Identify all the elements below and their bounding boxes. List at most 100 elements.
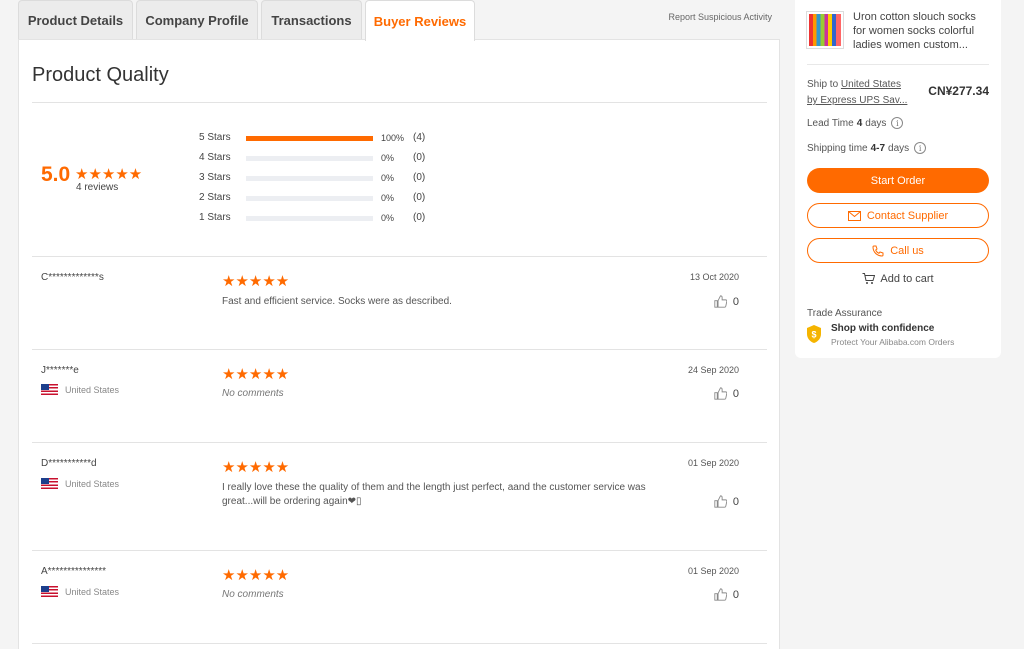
- dist-label: 2 Stars: [199, 192, 231, 203]
- dist-bar: [246, 216, 373, 221]
- dist-count: (0): [413, 172, 426, 183]
- tab-company-profile[interactable]: Company Profile: [136, 0, 258, 40]
- trade-assurance-title: Trade Assurance: [807, 308, 883, 319]
- shipping-time-label: Shipping time: [807, 142, 868, 154]
- dist-count: (0): [413, 212, 426, 223]
- country-name: United States: [65, 586, 120, 597]
- svg-text:$: $: [811, 330, 816, 340]
- report-suspicious-link[interactable]: Report Suspicious Activity: [668, 12, 772, 22]
- info-icon[interactable]: i: [891, 117, 904, 129]
- contact-supplier-button[interactable]: Contact Supplier: [807, 203, 989, 228]
- review-date: 01 Sep 2020: [687, 566, 739, 576]
- phone-icon: [872, 245, 884, 257]
- lead-time-label: Lead Time: [807, 117, 854, 129]
- add-to-cart-button[interactable]: Add to cart: [807, 273, 989, 285]
- average-score: 5.0: [41, 163, 71, 186]
- thumbs-up-icon: [714, 495, 727, 508]
- ship-country-link[interactable]: United States: [841, 79, 901, 90]
- like-button[interactable]: 0: [714, 495, 739, 508]
- like-button[interactable]: 0: [714, 387, 739, 400]
- shipping-time: Shipping time 4-7 days i: [807, 142, 927, 154]
- tab-label: Company Profile: [145, 13, 249, 28]
- cart-icon: [862, 273, 876, 284]
- tab-bar: Product Details Company Profile Transact…: [18, 0, 780, 41]
- country-name: United States: [65, 384, 120, 395]
- like-count: 0: [732, 387, 739, 400]
- info-icon[interactable]: i: [914, 142, 927, 154]
- reviews-panel: Product Quality 5.0 ★★★★★ 4 reviews 5 St…: [18, 39, 780, 649]
- us-flag-icon: [41, 478, 58, 489]
- us-flag-icon: [41, 384, 58, 395]
- dist-fill: [246, 136, 373, 141]
- reviewer-name: C*************s: [41, 272, 104, 283]
- reviewer-name: J*******e: [41, 365, 79, 376]
- dist-count: (4): [413, 132, 426, 143]
- dist-bar: [246, 176, 373, 181]
- ship-to-prefix: Ship to: [807, 79, 841, 90]
- thumbs-up-icon: [714, 387, 727, 400]
- shield-icon: $: [807, 325, 821, 343]
- like-count: 0: [732, 295, 739, 308]
- like-button[interactable]: 0: [714, 295, 739, 308]
- shipping-time-unit: days: [888, 142, 910, 154]
- reviewer-country: United States: [41, 384, 119, 395]
- start-order-button[interactable]: Start Order: [807, 168, 989, 193]
- mail-icon: [847, 210, 861, 221]
- lead-time: Lead Time 4 days i: [807, 117, 904, 129]
- dist-bar: [246, 196, 373, 201]
- dist-percent: 0%: [381, 153, 395, 163]
- average-stars: ★★★★★: [75, 166, 143, 183]
- call-us-button[interactable]: Call us: [807, 238, 989, 263]
- reviewer-country: United States: [41, 478, 119, 489]
- thumbs-up-icon: [714, 295, 727, 308]
- dist-percent: 100%: [381, 133, 405, 143]
- divider: [32, 643, 767, 644]
- dist-label: 4 Stars: [199, 152, 231, 163]
- review-text: No comments: [222, 589, 284, 600]
- ship-to: Ship to United States by Express UPS Sav…: [807, 77, 917, 109]
- call-us-label: Call us: [890, 244, 924, 257]
- tab-label: Product Details: [27, 13, 124, 28]
- dist-count: (0): [413, 192, 426, 203]
- section-title: Product Quality: [32, 64, 169, 86]
- review-stars: ★★★★★: [222, 366, 290, 383]
- distribution-row-3: 3 Stars 0% (0): [199, 172, 459, 186]
- review-date: 24 Sep 2020: [687, 365, 739, 375]
- review-count: 4 reviews: [76, 182, 119, 193]
- review-item: J*******e United States ★★★★★ No comment…: [32, 350, 767, 442]
- review-text: Fast and efficient service. Socks were a…: [222, 296, 452, 307]
- product-thumbnail[interactable]: [807, 12, 843, 48]
- us-flag-icon: [41, 586, 58, 597]
- review-item: C*************s ★★★★★ Fast and efficient…: [32, 257, 767, 349]
- review-item: A*************** United States ★★★★★ No …: [32, 551, 767, 643]
- shipping-method-link[interactable]: by Express UPS Sav...: [807, 95, 907, 106]
- like-count: 0: [732, 495, 739, 508]
- tab-product-details[interactable]: Product Details: [18, 0, 133, 40]
- order-sidebar: Uron cotton slouch socks for women socks…: [795, 0, 1001, 358]
- distribution-row-4: 4 Stars 0% (0): [199, 152, 459, 166]
- review-stars: ★★★★★: [222, 273, 290, 290]
- protect-orders: Protect Your Alibaba.com Orders: [831, 337, 955, 347]
- dist-label: 3 Stars: [199, 172, 231, 183]
- tab-buyer-reviews[interactable]: Buyer Reviews: [365, 0, 475, 41]
- review-stars: ★★★★★: [222, 459, 290, 476]
- dist-percent: 0%: [381, 193, 395, 203]
- divider: [807, 64, 989, 65]
- country-name: United States: [65, 478, 120, 489]
- shipping-price: CN¥277.34: [928, 84, 989, 98]
- review-text: I really love these the quality of them …: [222, 482, 646, 507]
- review-item: D***********d United States ★★★★★ I real…: [32, 443, 767, 550]
- review-stars: ★★★★★: [222, 567, 290, 584]
- dist-label: 5 Stars: [199, 132, 231, 143]
- like-count: 0: [732, 588, 739, 601]
- product-title[interactable]: Uron cotton slouch socks for women socks…: [853, 10, 991, 52]
- contact-supplier-label: Contact Supplier: [866, 209, 949, 222]
- reviewer-name: D***********d: [41, 458, 97, 469]
- review-date: 13 Oct 2020: [689, 272, 739, 282]
- tab-transactions[interactable]: Transactions: [261, 0, 362, 40]
- lead-time-unit: days: [865, 117, 887, 129]
- like-button[interactable]: 0: [714, 588, 739, 601]
- dist-count: (0): [413, 152, 426, 163]
- divider: [32, 102, 767, 103]
- distribution-row-1: 1 Stars 0% (0): [199, 212, 459, 226]
